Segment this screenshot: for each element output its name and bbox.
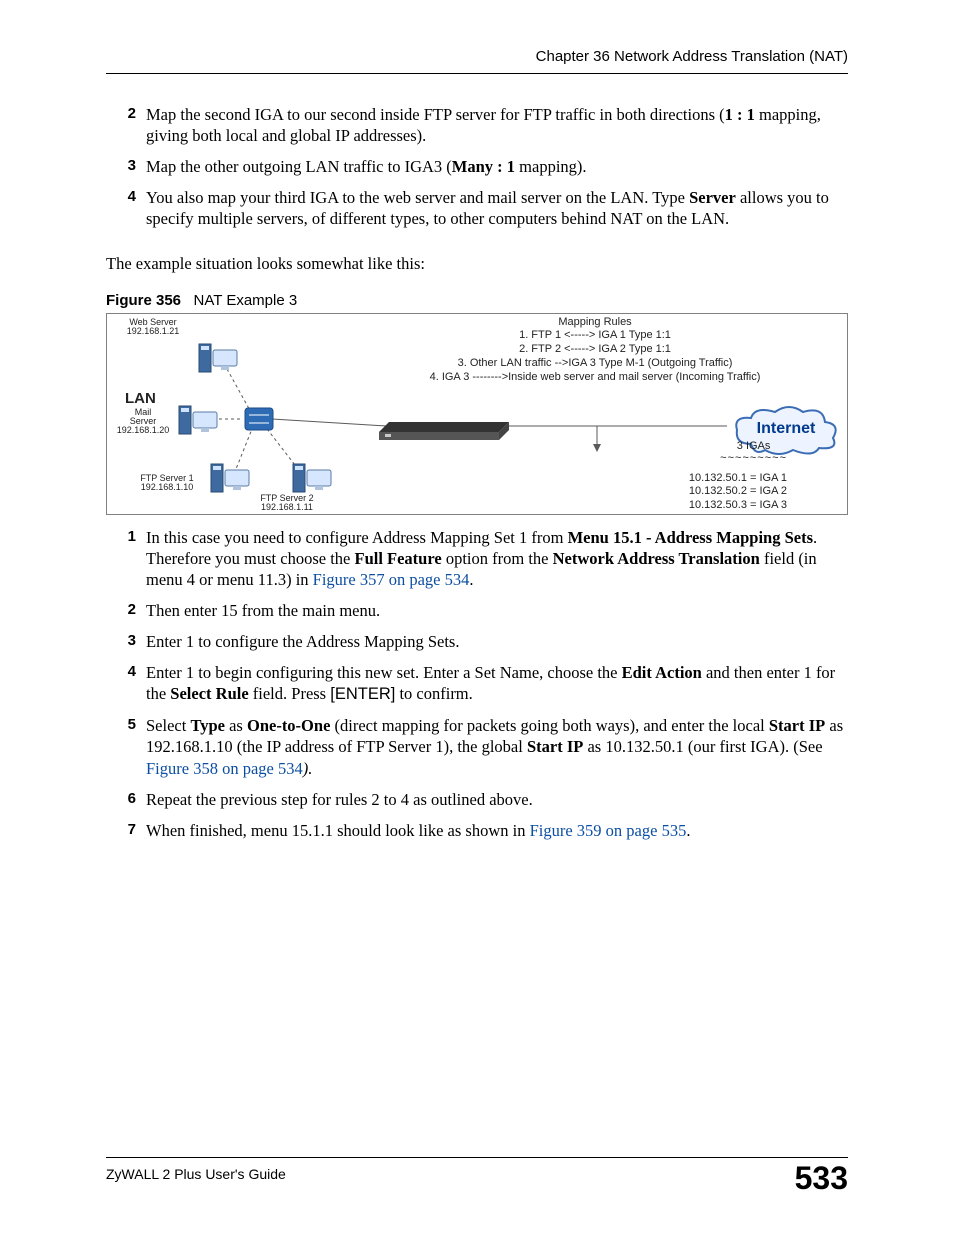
document-page: Chapter 36 Network Address Translation (… (0, 0, 954, 1235)
figure-title: NAT Example 3 (194, 292, 298, 309)
iga-1: 10.132.50.1 = IGA 1 (689, 472, 787, 486)
step-item: 3 Enter 1 to configure the Address Mappin… (106, 631, 848, 662)
step-text: Repeat the previous step for rules 2 to … (146, 790, 533, 809)
step-item: 2 Then enter 15 from the main menu. (106, 600, 848, 631)
steps-list-a: 2 Map the second IGA to our second inside… (106, 104, 848, 240)
footer-guide: ZyWALL 2 Plus User's Guide (106, 1166, 286, 1182)
step-text: You also map your third IGA to the web s… (146, 188, 829, 228)
step-number: 3 (110, 631, 136, 650)
intro-text: The example situation looks somewhat lik… (106, 254, 848, 274)
step-item: 7 When finished, menu 15.1.1 should look … (106, 820, 848, 851)
step-item: 6 Repeat the previous step for rules 2 to… (106, 789, 848, 820)
step-item: 5 Select Type as One-to-One (direct mappi… (106, 715, 848, 788)
step-text: Select Type as One-to-One (direct mappin… (146, 716, 843, 777)
chapter-header: Chapter 36 Network Address Translation (… (106, 48, 848, 65)
internet-label: Internet (731, 420, 841, 438)
step-number: 4 (110, 187, 136, 206)
steps-list-b: 1 In this case you need to configure Addr… (106, 527, 848, 851)
figure-diagram: Mapping Rules 1. FTP 1 <-----> IGA 1 Typ… (106, 313, 848, 515)
step-item: 4 You also map your third IGA to the web … (106, 187, 848, 239)
step-text: In this case you need to configure Addre… (146, 528, 817, 589)
step-item: 3 Map the other outgoing LAN traffic to I… (106, 156, 848, 187)
figure-label: Figure 356 (106, 292, 181, 309)
step-text: When finished, menu 15.1.1 should look l… (146, 821, 690, 840)
step-number: 3 (110, 156, 136, 175)
step-item: 2 Map the second IGA to our second inside… (106, 104, 848, 156)
step-text: Enter 1 to begin configuring this new se… (146, 663, 835, 703)
iga-2: 10.132.50.2 = IGA 2 (689, 485, 787, 499)
step-item: 1 In this case you need to configure Addr… (106, 527, 848, 600)
step-number: 1 (110, 527, 136, 546)
step-text: Then enter 15 from the main menu. (146, 601, 380, 620)
figure-caption: Figure 356 NAT Example 3 (106, 292, 848, 309)
igas-list: 10.132.50.1 = IGA 1 10.132.50.2 = IGA 2 … (689, 472, 787, 513)
header-rule (106, 73, 848, 74)
step-text: Enter 1 to configure the Address Mapping… (146, 632, 459, 651)
page-footer: ZyWALL 2 Plus User's Guide 533 (106, 1157, 848, 1197)
igas-label: 3 IGAs ~~~~~~~~~ (720, 440, 787, 464)
step-number: 4 (110, 662, 136, 681)
step-number: 6 (110, 789, 136, 808)
step-number: 2 (110, 104, 136, 123)
step-number: 7 (110, 820, 136, 839)
step-item: 4 Enter 1 to begin configuring this new s… (106, 662, 848, 715)
page-number: 533 (795, 1160, 848, 1197)
step-number: 2 (110, 600, 136, 619)
step-number: 5 (110, 715, 136, 734)
iga-3: 10.132.50.3 = IGA 3 (689, 499, 787, 513)
step-text: Map the second IGA to our second inside … (146, 105, 821, 145)
step-text: Map the other outgoing LAN traffic to IG… (146, 157, 587, 176)
